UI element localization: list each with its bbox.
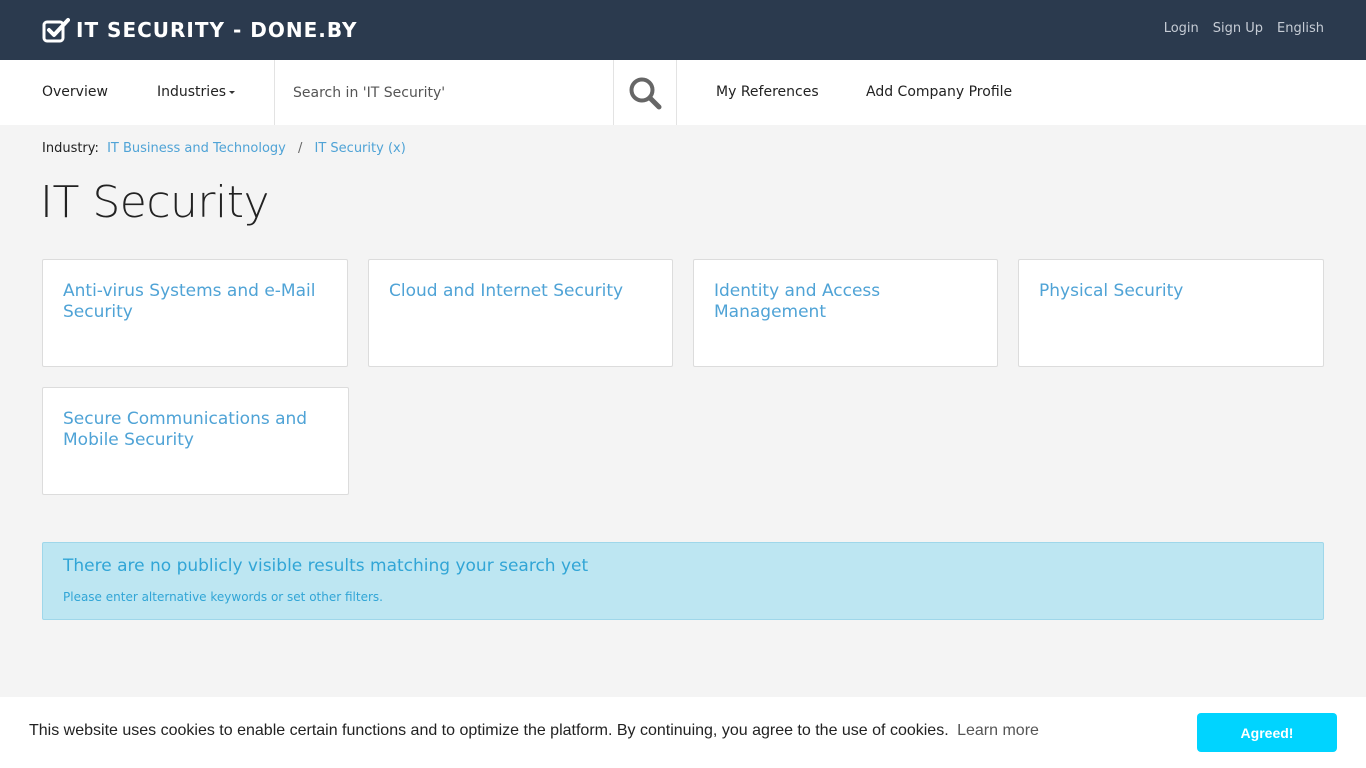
cookie-banner: This website uses cookies to enable cert… <box>0 697 1366 768</box>
signup-link[interactable]: Sign Up <box>1213 21 1263 36</box>
top-header: IT SECURITY - DONE.BY Login Sign Up Engl… <box>0 0 1366 60</box>
category-card-label: Physical Security <box>1039 281 1184 301</box>
nav-industries-label: Industries <box>157 84 227 100</box>
nav-my-references[interactable]: My References <box>716 60 819 125</box>
breadcrumb-item-it-business[interactable]: IT Business and Technology <box>107 141 286 156</box>
breadcrumb-item-it-security[interactable]: IT Security (x) <box>315 141 406 156</box>
cookie-accept-button[interactable]: Agreed! <box>1197 713 1337 752</box>
alert-title: There are no publicly visible results ma… <box>63 556 589 576</box>
top-links: Login Sign Up English <box>1164 21 1324 36</box>
category-card-label: Cloud and Internet Security <box>389 281 624 301</box>
no-results-alert: There are no publicly visible results ma… <box>42 542 1324 620</box>
breadcrumb: Industry: IT Business and Technology / I… <box>42 141 406 156</box>
category-card-anti-virus[interactable]: Anti-virus Systems and e-Mail Security <box>42 259 348 367</box>
category-card-physical[interactable]: Physical Security <box>1018 259 1324 367</box>
main-nav: Overview Industries My References Add Co… <box>0 60 1366 125</box>
nav-overview[interactable]: Overview <box>42 60 108 125</box>
login-link[interactable]: Login <box>1164 21 1199 36</box>
language-link[interactable]: English <box>1277 21 1324 36</box>
category-card-secure-comms[interactable]: Secure Communications and Mobile Securit… <box>42 387 349 495</box>
alert-subtitle: Please enter alternative keywords or set… <box>63 590 383 604</box>
category-card-identity[interactable]: Identity and Access Management <box>693 259 998 367</box>
category-card-label: Identity and Access Management <box>714 281 881 322</box>
brand-title: IT SECURITY - DONE.BY <box>76 18 358 42</box>
category-card-label: Secure Communications and Mobile Securit… <box>63 409 308 450</box>
breadcrumb-label: Industry: <box>42 141 99 156</box>
caret-down-icon <box>229 90 236 94</box>
search-icon <box>629 77 662 109</box>
category-card-label: Anti-virus Systems and e-Mail Security <box>63 281 316 322</box>
search-button[interactable] <box>614 60 677 125</box>
cookie-message-text: This website uses cookies to enable cert… <box>29 722 949 739</box>
cookie-message: This website uses cookies to enable cert… <box>29 722 1039 740</box>
category-card-cloud[interactable]: Cloud and Internet Security <box>368 259 673 367</box>
page-title: IT Security <box>40 177 270 228</box>
breadcrumb-separator: / <box>297 141 303 156</box>
brand-logo-link[interactable]: IT SECURITY - DONE.BY <box>42 17 357 43</box>
nav-industries-dropdown[interactable]: Industries <box>157 60 236 125</box>
cookie-learn-more-link[interactable]: Learn more <box>957 722 1039 739</box>
search-box <box>274 60 614 125</box>
search-input[interactable] <box>275 60 613 125</box>
nav-add-company-profile[interactable]: Add Company Profile <box>866 60 1012 125</box>
checkbox-check-icon <box>42 18 70 43</box>
